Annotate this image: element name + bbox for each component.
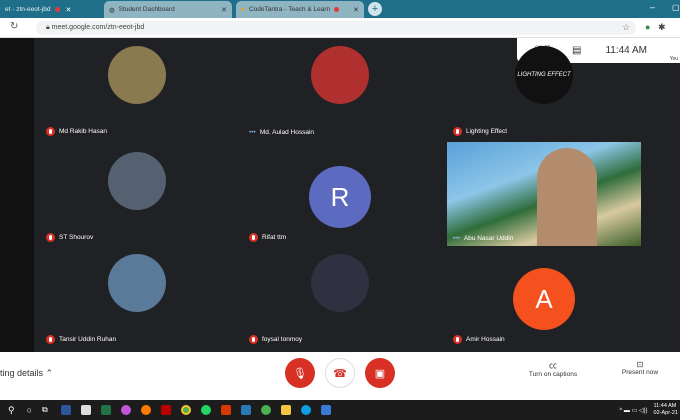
camera-off-icon: ▣ bbox=[374, 367, 386, 380]
office-icon[interactable] bbox=[220, 405, 231, 415]
store-icon[interactable] bbox=[80, 405, 91, 415]
mic-muted-icon bbox=[249, 335, 258, 344]
captions-icon: ㏄ bbox=[549, 361, 557, 370]
participant-tile[interactable]: ••• Abu Nasar Uddin bbox=[447, 142, 641, 246]
left-strip bbox=[0, 38, 34, 352]
participant-tile[interactable]: LIGHTING EFFECT Lighting Effect bbox=[447, 40, 641, 140]
participant-avatar: R bbox=[309, 166, 371, 228]
captions-button[interactable]: ㏄ Turn on captions bbox=[520, 360, 586, 378]
participant-tile[interactable]: Md Rakib Hasan bbox=[40, 40, 234, 140]
participant-avatar: A bbox=[513, 268, 575, 330]
recording-icon bbox=[334, 7, 340, 12]
firefox-icon[interactable] bbox=[140, 405, 151, 415]
present-button[interactable]: ⊡ Present now bbox=[612, 360, 668, 376]
participant-avatar bbox=[108, 46, 166, 104]
cortana-icon[interactable]: ○ bbox=[27, 405, 32, 415]
netflix-icon[interactable] bbox=[160, 405, 171, 415]
participant-avatar bbox=[108, 254, 166, 312]
speaking-icon: ••• bbox=[453, 235, 460, 242]
participant-name: Md Rakib Hasan bbox=[46, 127, 107, 136]
close-tab-icon[interactable]: ✕ bbox=[66, 6, 72, 14]
participant-name: Tansir Uddin Ruhan bbox=[46, 335, 116, 344]
tab-student-dashboard[interactable]: ◍ Student Dashboard ✕ bbox=[104, 1, 232, 18]
close-tab-icon[interactable]: ✕ bbox=[353, 6, 359, 14]
file-explorer-icon[interactable] bbox=[280, 405, 291, 415]
codetantra-icon: ● bbox=[241, 6, 245, 13]
leave-call-button[interactable]: ☎︎ bbox=[325, 358, 355, 388]
mic-toggle-button[interactable]: 🎙︎ bbox=[285, 358, 315, 388]
photos-icon[interactable] bbox=[320, 405, 331, 415]
mic-muted-icon bbox=[46, 127, 55, 136]
address-bar: ↻ 🔒︎ meet.google.com/ztn-eeot-jbd ☆ ● ✱ bbox=[0, 18, 680, 38]
participant-tile[interactable]: A Amir Hossain bbox=[447, 248, 641, 348]
recording-icon bbox=[54, 7, 60, 12]
search-icon[interactable]: ⚲ bbox=[8, 405, 15, 416]
speaking-icon: ••• bbox=[249, 129, 256, 136]
globe-icon: ◍ bbox=[109, 6, 115, 14]
participant-name: ••• Md. Aulad Hossain bbox=[249, 129, 315, 136]
app-icon[interactable] bbox=[240, 405, 251, 415]
url-field[interactable]: 🔒︎ meet.google.com/ztn-eeot-jbd bbox=[36, 21, 636, 35]
participant-name: Lighting Effect bbox=[453, 127, 507, 136]
mic-off-icon: 🎙︎ bbox=[293, 367, 307, 380]
participant-avatar bbox=[311, 46, 369, 104]
participant-name: ••• Abu Nasar Uddin bbox=[453, 235, 514, 242]
reload-icon[interactable]: ↻ bbox=[10, 21, 18, 32]
mic-muted-icon bbox=[453, 335, 462, 344]
mic-muted-icon bbox=[249, 233, 258, 242]
taskbar-clock[interactable]: 11:44 AM 02-Apr-21 bbox=[654, 403, 678, 417]
participant-avatar bbox=[108, 152, 166, 210]
participant-name: Rifat ttm bbox=[249, 233, 286, 242]
participant-tile[interactable]: ••• Md. Aulad Hossain bbox=[243, 40, 437, 140]
tab-bar: et - ztn-eeot-jbd ✕ ◍ Student Dashboard ✕ ●… bbox=[0, 0, 680, 18]
task-view-icon[interactable]: ⧉ bbox=[42, 405, 48, 415]
new-tab-button[interactable]: + bbox=[368, 2, 382, 16]
mic-muted-icon bbox=[46, 335, 55, 344]
tab-meet[interactable]: et - ztn-eeot-jbd ✕ bbox=[0, 1, 100, 18]
participant-name: ST Shourov bbox=[46, 233, 93, 242]
participant-name: foysal tonmoy bbox=[249, 335, 302, 344]
camera-toggle-button[interactable]: ▣ bbox=[365, 358, 395, 388]
present-icon: ⊡ bbox=[636, 360, 644, 369]
participant-tile[interactable]: ST Shourov bbox=[40, 146, 234, 246]
excel-icon[interactable] bbox=[100, 405, 111, 415]
star-icon[interactable]: ☆ bbox=[622, 22, 630, 33]
messenger-icon[interactable] bbox=[120, 405, 131, 415]
chrome-icon[interactable] bbox=[180, 405, 191, 415]
you-label: You bbox=[669, 56, 678, 62]
participant-name: Amir Hossain bbox=[453, 335, 505, 344]
taskbar: ⚲ ○ ⧉ ^ ▬ ▭ ◁)) 11:44 AM 02-Apr-21 bbox=[0, 400, 680, 420]
mic-muted-icon bbox=[46, 233, 55, 242]
participant-video bbox=[537, 148, 597, 246]
bottom-bar: ting details ⌃ 🎙︎ ☎︎ ▣ ㏄ Turn on captions… bbox=[0, 352, 680, 400]
hangup-icon: ☎︎ bbox=[333, 367, 347, 380]
word-icon[interactable] bbox=[60, 405, 71, 415]
close-tab-icon[interactable]: ✕ bbox=[221, 6, 227, 14]
puzzle-icon[interactable]: ✱ bbox=[658, 22, 666, 33]
participant-tile[interactable]: R Rifat ttm bbox=[243, 146, 437, 246]
utorrent-icon[interactable] bbox=[260, 405, 271, 415]
whatsapp-icon[interactable] bbox=[200, 405, 211, 415]
system-tray-icons[interactable]: ^ ▬ ▭ ◁)) bbox=[619, 407, 647, 414]
edge-icon[interactable] bbox=[300, 405, 311, 415]
maximize-icon[interactable]: ▢ bbox=[672, 3, 680, 12]
participant-tile[interactable]: Tansir Uddin Ruhan bbox=[40, 248, 234, 348]
participant-avatar bbox=[311, 254, 369, 312]
meeting-details-button[interactable]: ting details ⌃ bbox=[0, 368, 53, 379]
minimize-icon[interactable]: – bbox=[650, 2, 655, 12]
tab-codetantra[interactable]: ● CodeTantra - Teach & Learn ✕ bbox=[236, 1, 364, 18]
extension-icon[interactable]: ● bbox=[645, 22, 650, 32]
chevron-up-icon: ⌃ bbox=[45, 368, 54, 378]
participant-avatar: LIGHTING EFFECT bbox=[515, 46, 573, 104]
participant-tile[interactable]: foysal tonmoy bbox=[243, 248, 437, 348]
mic-muted-icon bbox=[453, 127, 462, 136]
